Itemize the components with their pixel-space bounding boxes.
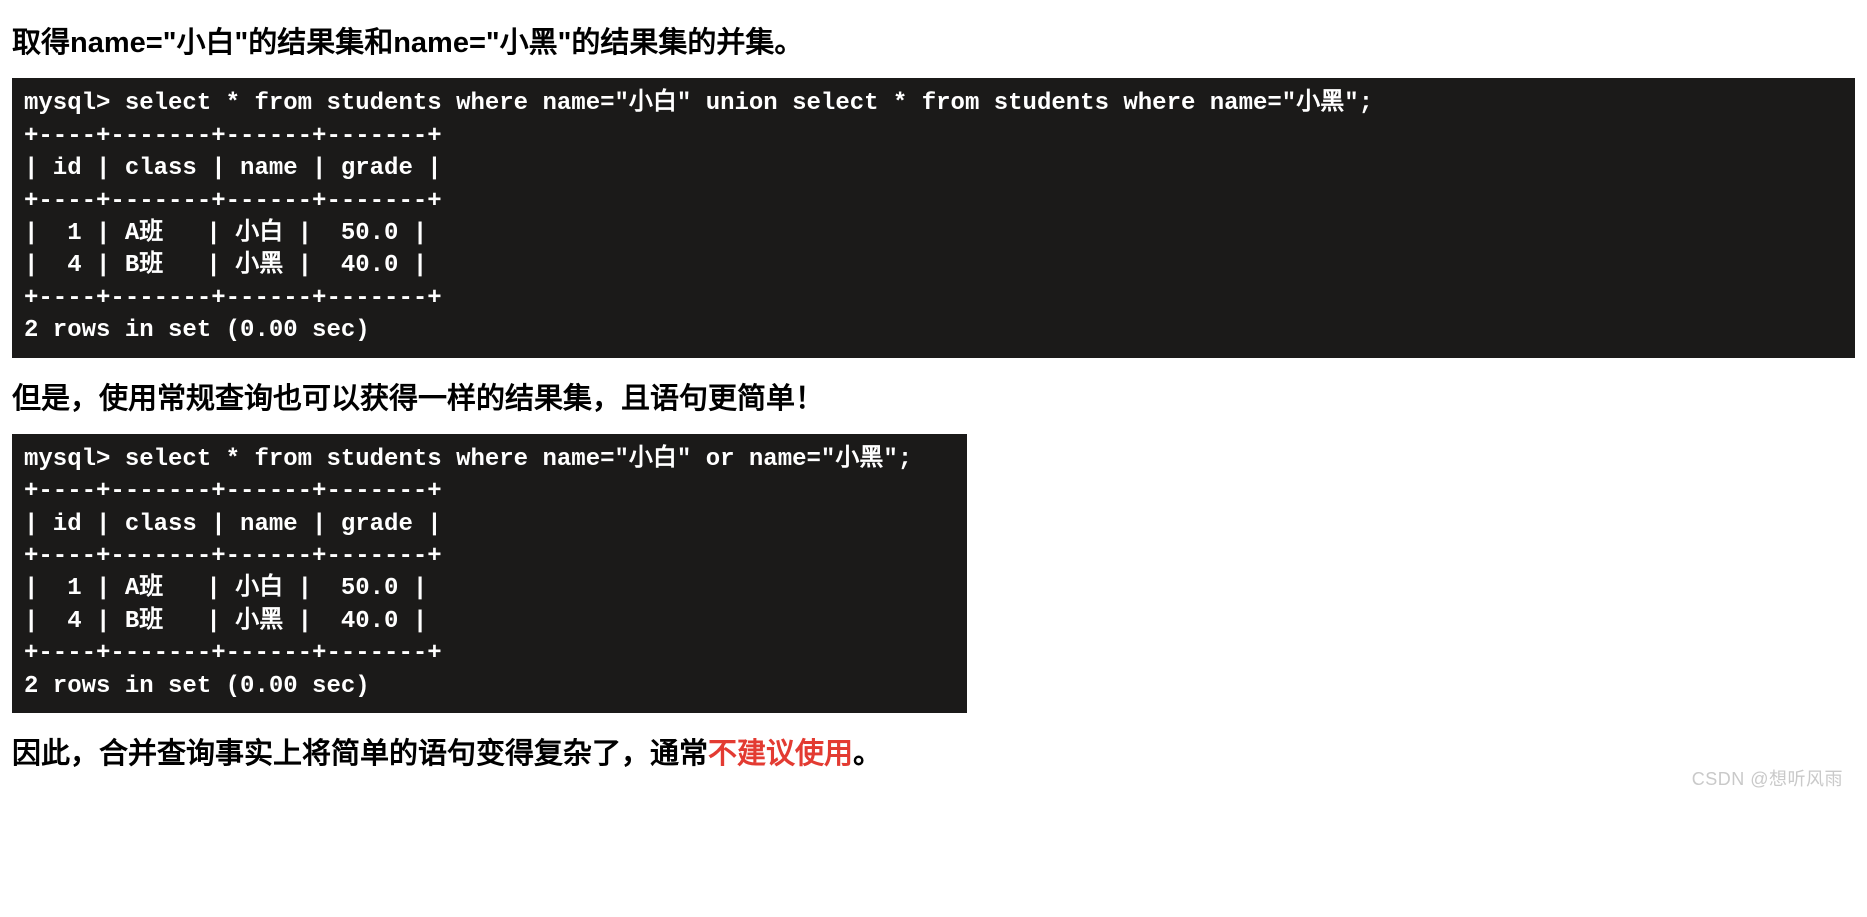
heading-3: 因此，合并查询事实上将简单的语句变得复杂了，通常不建议使用。 — [12, 731, 1855, 777]
code-block-union: mysql> select * from students where name… — [12, 78, 1855, 357]
watermark-text: CSDN @想听风雨 — [1692, 765, 1843, 791]
heading-3-pre: 因此，合并查询事实上将简单的语句变得复杂了，通常 — [12, 738, 708, 770]
heading-1: 取得name="小白"的结果集和name="小黑"的结果集的并集。 — [12, 20, 1855, 66]
heading-2: 但是，使用常规查询也可以获得一样的结果集，且语句更简单！ — [12, 376, 1855, 422]
heading-3-highlight: 不建议使用 — [708, 738, 853, 770]
code-block-or: mysql> select * from students where name… — [12, 434, 967, 713]
heading-3-post: 。 — [853, 738, 882, 770]
